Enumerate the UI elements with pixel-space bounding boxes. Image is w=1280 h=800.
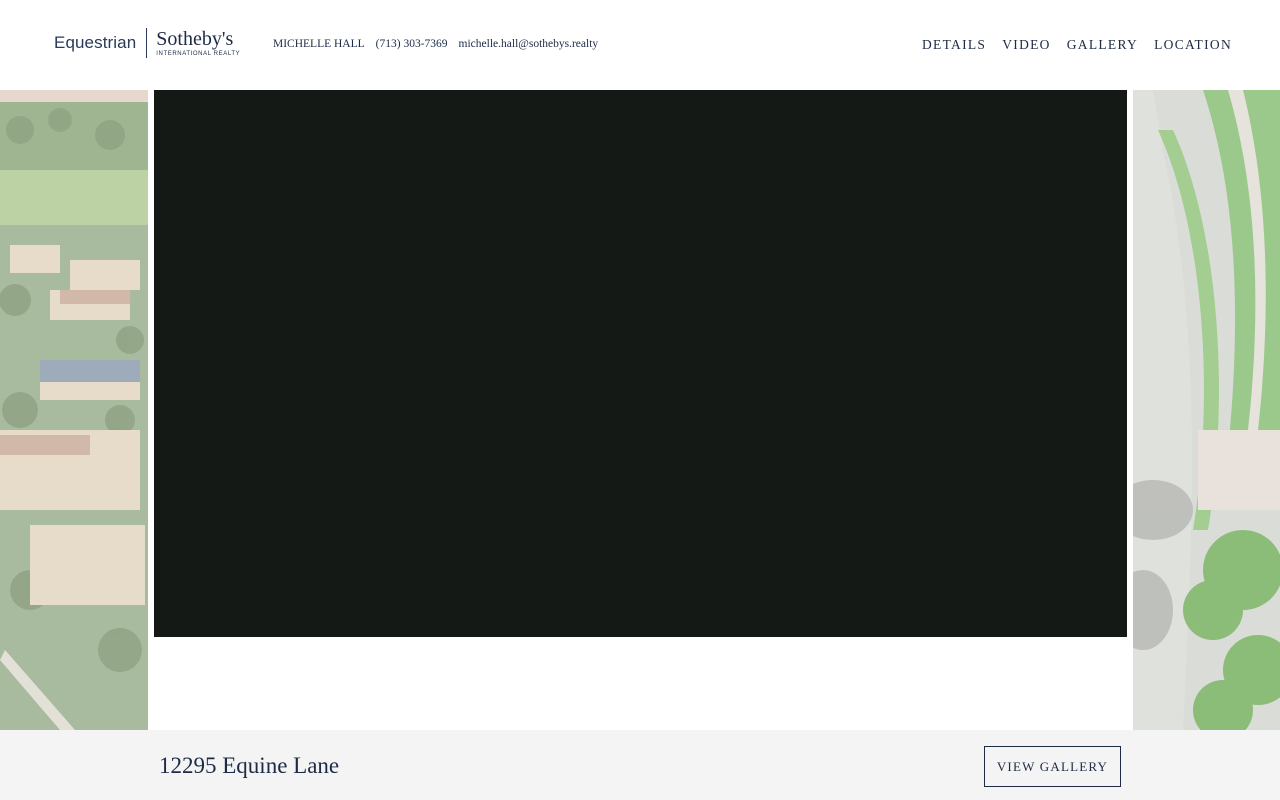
site-header: Equestrian Sotheby's INTERNATIONAL REALT… (0, 0, 1280, 90)
logo-equestrian-text: Equestrian (54, 33, 137, 52)
logo-divider (146, 28, 148, 58)
main-nav: DETAILS VIDEO GALLERY LOCATION (922, 37, 1232, 53)
property-address: 12295 Equine Lane (159, 753, 340, 778)
aerial-photo-left (0, 90, 148, 730)
nav-gallery[interactable]: GALLERY (1067, 37, 1138, 53)
nav-location[interactable]: LOCATION (1154, 37, 1232, 53)
logo-sothebys-block: Sotheby's INTERNATIONAL REALTY (156, 29, 240, 57)
logo-sothebys-text: Sotheby's (156, 28, 234, 50)
nav-video[interactable]: VIDEO (1002, 37, 1051, 53)
brand-logo[interactable]: Equestrian Sotheby's INTERNATIONAL REALT… (54, 26, 240, 60)
aerial-neighborhood-image (0, 90, 148, 730)
video-player[interactable] (154, 90, 1127, 637)
aerial-street-image (1133, 90, 1280, 730)
agent-phone-link[interactable]: (713) 303-7369 (376, 38, 448, 50)
agent-email-link[interactable]: michelle.hall@sothebys.realty (459, 38, 599, 50)
view-gallery-button[interactable]: VIEW GALLERY (984, 746, 1121, 787)
nav-details[interactable]: DETAILS (922, 37, 986, 53)
agent-contact: MICHELLE HALL (713) 303-7369 michelle.ha… (273, 38, 598, 50)
agent-name: MICHELLE HALL (273, 38, 365, 50)
aerial-photo-right (1133, 90, 1280, 730)
logo-international-realty-text: INTERNATIONAL REALTY (156, 51, 241, 57)
